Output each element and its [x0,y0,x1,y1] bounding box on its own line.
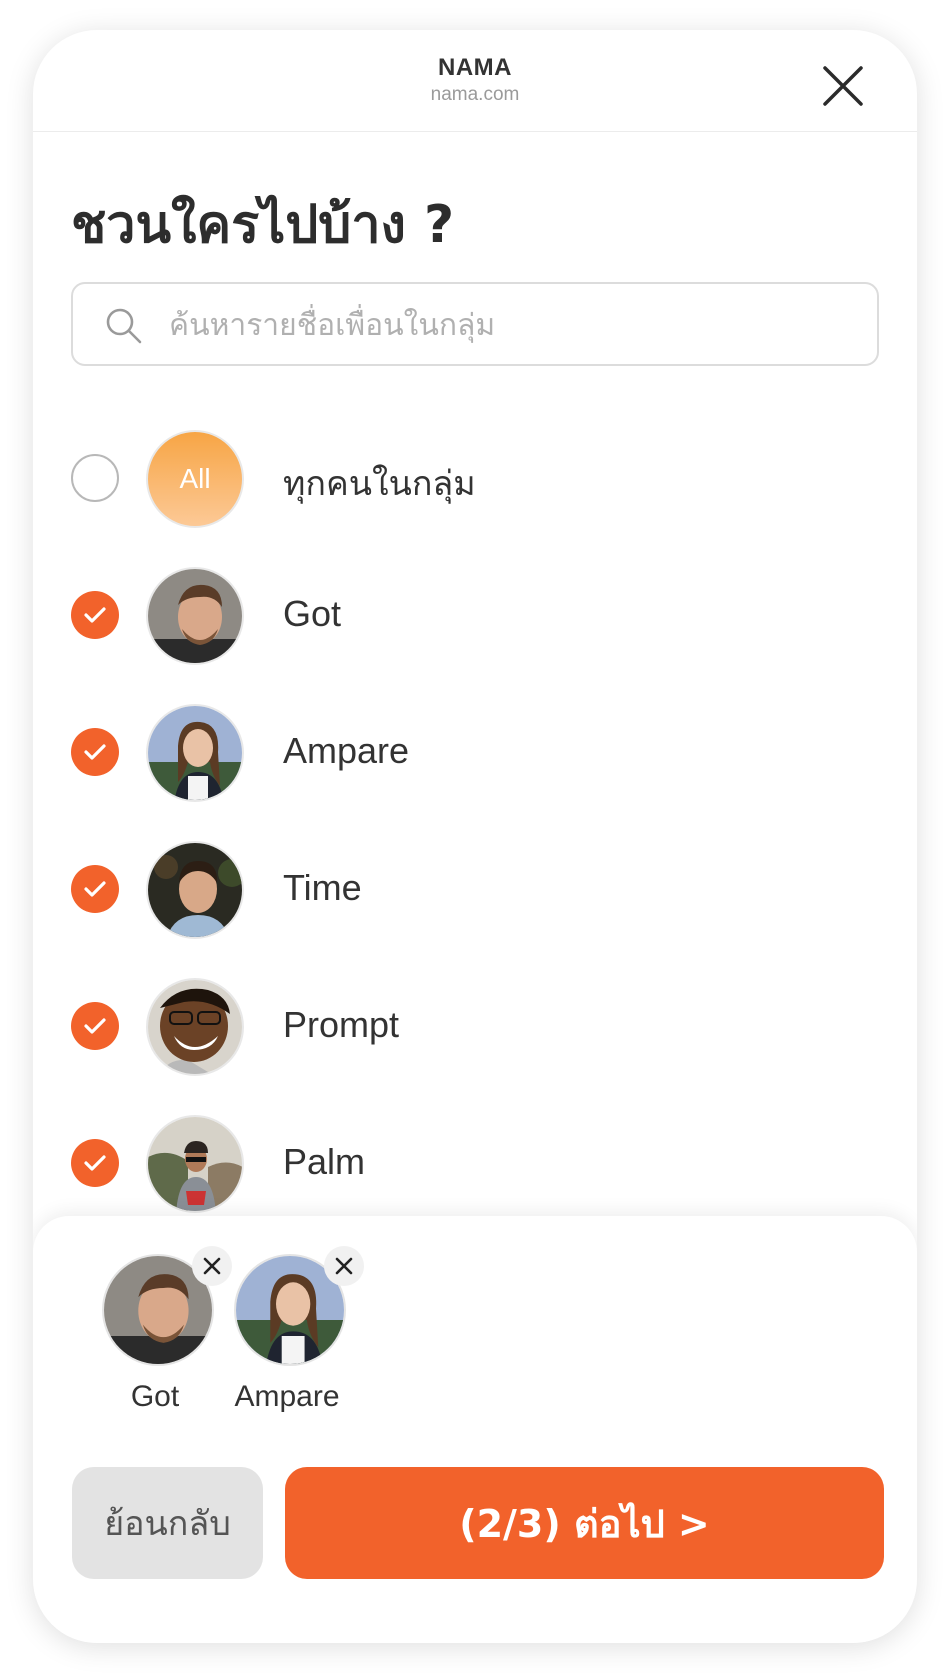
invite-dialog: NAMA nama.com ชวนใครไปบ้าง ? All ทุกคนใน… [33,30,917,1643]
search-box[interactable] [71,282,879,366]
check-icon [84,881,106,897]
list-item-label: Ampare [283,730,410,771]
check-icon [84,1155,106,1171]
check-icon [84,1018,106,1034]
list-item-label: Palm [283,1141,366,1182]
checkbox-checked[interactable] [71,728,119,776]
list-item[interactable]: Got [33,547,917,684]
list-item-label: Prompt [283,1004,400,1045]
list-item-label: Time [283,867,362,908]
next-button[interactable]: (2/3) ต่อไป > [285,1467,884,1579]
list-item-label: ทุกคนในกลุ่ม [283,464,476,504]
list-item[interactable]: Ampare [33,684,917,821]
list-item-label: Got [283,593,342,634]
selected-chip: Got [85,1246,232,1416]
avatar [146,978,244,1076]
dialog-header: NAMA nama.com [33,30,917,132]
close-button[interactable] [821,64,865,108]
checkbox-checked[interactable] [71,865,119,913]
list-item[interactable]: Time [33,821,917,958]
checkbox-unchecked[interactable] [71,454,119,502]
site-name: NAMA [438,54,512,81]
checkbox-checked[interactable] [71,1002,119,1050]
avatar [146,841,244,939]
site-url: nama.com [430,84,520,105]
search-icon [106,308,142,344]
list-item-all[interactable]: All ทุกคนในกลุ่ม [33,410,917,547]
avatar [146,704,244,802]
close-icon [823,66,863,106]
checkbox-checked[interactable] [71,1139,119,1187]
avatar [146,567,244,665]
list-item[interactable]: Prompt [33,958,917,1095]
checkbox-checked[interactable] [71,591,119,639]
page-title: ชวนใครไปบ้าง ? [71,195,455,255]
check-icon [84,607,106,623]
back-button[interactable]: ย้อนกลับ [72,1467,263,1579]
all-members-avatar: All [146,430,244,528]
selection-panel: Got Ampare ย้อนกลับ (2/3) ต่อไป > [33,1216,917,1643]
avatar [146,1115,244,1213]
selected-chip: Ampare [217,1246,364,1416]
search-input[interactable] [169,300,849,350]
list-item[interactable]: Palm [33,1095,917,1232]
friend-list: All ทุกคนในกลุ่ม Got Ampare Time Prompt … [33,410,917,1232]
chip-label: Ampare [234,1380,340,1413]
close-icon [335,1257,353,1275]
check-icon [84,744,106,760]
remove-chip-button[interactable] [324,1246,364,1286]
